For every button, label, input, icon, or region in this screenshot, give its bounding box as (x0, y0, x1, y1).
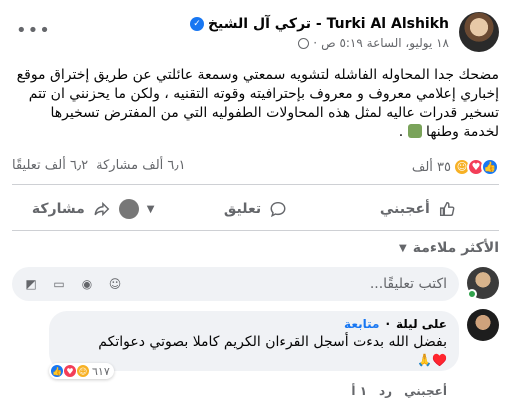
post-body: مضحك جدا المحاوله الفاشله لتشويه سمعتي و… (16, 67, 499, 140)
comment-emojis: ♥️🙏 (417, 353, 447, 367)
shares-count[interactable]: ٦٫١ ألف مشاركة (96, 158, 185, 173)
more-options-icon[interactable]: ••• (16, 20, 51, 41)
post-body-end: . (398, 124, 408, 140)
like-button[interactable]: أعجبني (337, 192, 499, 226)
like-label: أعجبني (379, 201, 430, 217)
post-stats: ☺ ♥ 👍 ٣٥ ألف ٦٫١ ألف مشاركة ٦٫٢ ألف تعلي… (12, 156, 499, 180)
post-header: Turki Al Alshikh - تركي آل الشيخ ✓ ١٨ يو… (12, 12, 499, 56)
sticker-icon[interactable]: ◩ (22, 275, 40, 293)
verified-badge-icon: ✓ (189, 17, 204, 31)
commenter-avatar[interactable] (467, 309, 499, 341)
post-actions: أعجبني تعليق ▼ مشاركة (12, 192, 499, 226)
author-name[interactable]: Turki Al Alshikh - تركي آل الشيخ (208, 16, 449, 32)
comment-text: بفضل الله بدءت أسجل القرءان الكريم كاملا… (98, 334, 447, 350)
chevron-down-icon: ▼ (399, 242, 407, 254)
comment-reaction-count: ٦١٧ (92, 364, 110, 378)
man-emoji-icon (407, 124, 422, 138)
like-reaction-icon: 👍 (481, 158, 499, 176)
comment-header: على ليلة · متابعة (344, 317, 447, 331)
share-as-avatar (118, 199, 139, 219)
reactions-count[interactable]: ٣٥ ألف (412, 160, 451, 175)
emoji-icon[interactable]: ☺ (106, 275, 124, 293)
facebook-post-card: Turki Al Alshikh - تركي آل الشيخ ✓ ١٨ يو… (0, 0, 511, 404)
comment-filter-dropdown[interactable]: الأكثر ملاءمة ▼ (399, 240, 499, 256)
love-reaction-icon: ♥ (63, 364, 77, 378)
comment-reply-button[interactable]: رد (379, 384, 392, 398)
composer-tools: ◩ ▭ ◉ ☺ (22, 275, 124, 293)
comment-input[interactable] (287, 267, 447, 301)
comment-bubble-icon (270, 201, 286, 218)
thumbs-up-icon (439, 201, 455, 217)
comment-bubble: على ليلة · متابعة بفضل الله بدءت أسجل ال… (49, 311, 459, 379)
comment-reactions[interactable]: 👍 ♥ ☺ ٦١٧ (49, 363, 114, 379)
post-timestamp[interactable]: ١٨ يوليو، الساعة ٥:١٩ ص (321, 36, 449, 50)
share-label: مشاركة (31, 201, 85, 217)
like-reaction-icon: 👍 (50, 364, 64, 378)
online-status-icon (467, 289, 477, 299)
comment-button[interactable]: تعليق (174, 192, 336, 226)
commenter-name[interactable]: على ليلة (396, 317, 447, 331)
comments-count[interactable]: ٦٫٢ ألف تعليقًا (12, 158, 88, 173)
divider (12, 230, 499, 231)
reaction-icons: ☺ ♥ 👍 (453, 158, 499, 176)
post-text: مضحك جدا المحاوله الفاشله لتشويه سمعتي و… (12, 66, 499, 142)
share-button[interactable]: ▼ مشاركة (12, 192, 174, 226)
follow-button[interactable]: متابعة (344, 317, 379, 331)
comment-age[interactable]: ١ أ (351, 384, 367, 398)
filter-label: الأكثر ملاءمة (412, 240, 499, 256)
share-arrow-icon (94, 201, 110, 217)
comment-label: تعليق (223, 201, 262, 217)
gif-icon[interactable]: ▭ (50, 275, 68, 293)
author-line: Turki Al Alshikh - تركي آل الشيخ ✓ (189, 16, 449, 32)
comment-like-button[interactable]: أعجبني (404, 384, 447, 398)
globe-icon (298, 37, 310, 49)
author-avatar[interactable] (459, 12, 499, 52)
comment-actions: أعجبني رد ١ أ (351, 384, 447, 398)
haha-reaction-icon: ☺ (76, 364, 90, 378)
post-meta: ١٨ يوليو، الساعة ٥:١٩ ص · (298, 36, 449, 50)
comment-composer[interactable]: ◩ ▭ ◉ ☺ (12, 267, 459, 301)
chevron-down-icon: ▼ (146, 203, 155, 215)
engagement-counts: ٦٫١ ألف مشاركة ٦٫٢ ألف تعليقًا (12, 158, 186, 173)
divider (12, 184, 499, 185)
reactions-summary[interactable]: ☺ ♥ 👍 ٣٥ ألف (412, 158, 499, 176)
camera-icon[interactable]: ◉ (78, 275, 96, 293)
comment-composer-row: ◩ ▭ ◉ ☺ (12, 265, 499, 301)
